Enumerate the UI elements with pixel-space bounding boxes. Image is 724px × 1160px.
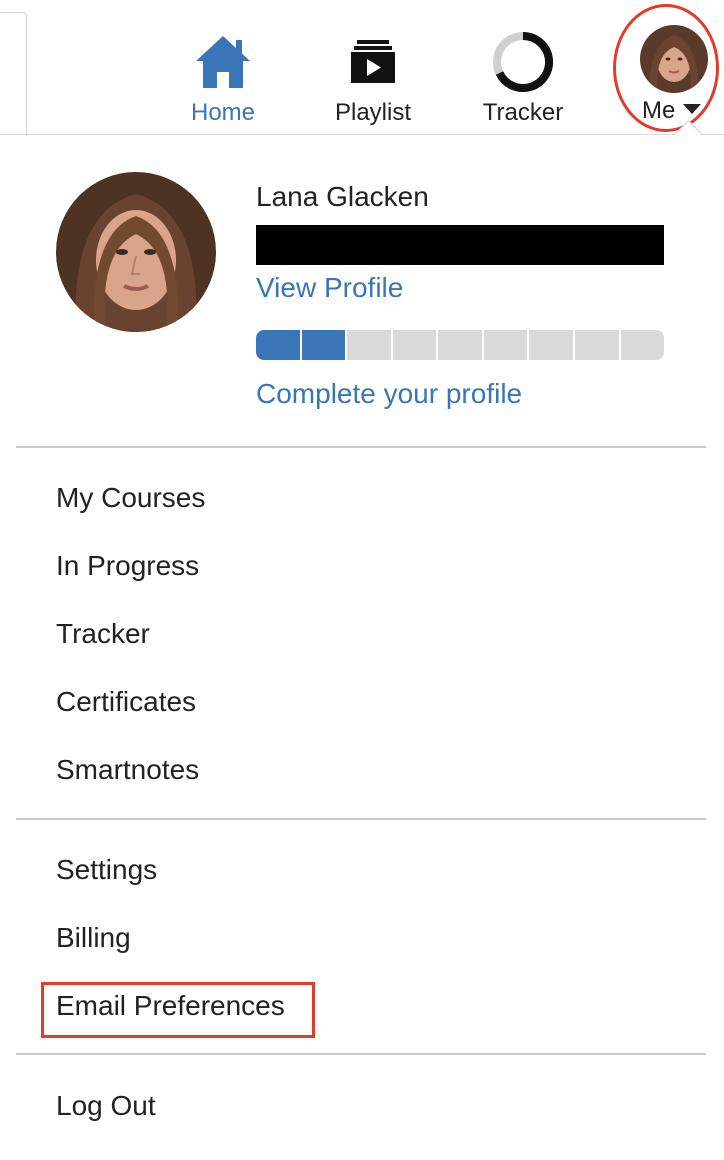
menu-item-in-progress[interactable]: In Progress	[56, 549, 199, 583]
progress-segment-filled	[256, 330, 300, 360]
menu-divider	[16, 1053, 706, 1055]
top-navigation: Home Playlist Tracker Me	[0, 0, 724, 147]
nav-me-label: Me	[642, 97, 676, 124]
progress-segment-empty	[574, 330, 619, 360]
me-label-group: Me	[642, 96, 702, 126]
tracker-ring-icon	[493, 31, 554, 92]
nav-me[interactable]: Me	[612, 0, 724, 135]
menu-item-billing[interactable]: Billing	[56, 921, 131, 955]
nav-home-label: Home	[190, 99, 256, 126]
progress-segment-empty	[529, 330, 573, 360]
profile-name: Lana Glacken	[256, 181, 429, 212]
nav-home[interactable]: Home	[168, 0, 278, 135]
redacted-email	[256, 225, 664, 265]
complete-profile-link[interactable]: Complete your profile	[256, 377, 522, 411]
nav-tracker[interactable]: Tracker	[466, 0, 580, 135]
me-avatar	[640, 25, 708, 93]
profile-avatar	[56, 172, 216, 332]
menu-item-my-courses[interactable]: My Courses	[56, 481, 205, 515]
progress-segment-empty	[620, 330, 665, 360]
progress-segment-empty	[438, 330, 482, 360]
view-profile-link[interactable]: View Profile	[256, 271, 403, 305]
home-icon	[196, 36, 250, 88]
menu-divider	[16, 818, 706, 820]
progress-segment-empty	[483, 330, 528, 360]
top-divider	[0, 134, 724, 135]
playlist-icon	[351, 40, 395, 83]
nav-playlist[interactable]: Playlist	[318, 0, 428, 135]
menu-item-certificates[interactable]: Certificates	[56, 685, 196, 719]
menu-divider	[16, 446, 706, 448]
menu-item-settings[interactable]: Settings	[56, 853, 157, 887]
menu-item-tracker[interactable]: Tracker	[56, 617, 150, 651]
menu-item-email-preferences[interactable]: Email Preferences	[56, 989, 285, 1023]
profile-completion-progress	[256, 330, 665, 360]
chevron-down-icon	[683, 104, 702, 114]
nav-tracker-label: Tracker	[482, 99, 564, 126]
progress-segment-filled	[301, 330, 346, 360]
menu-item-smartnotes[interactable]: Smartnotes	[56, 753, 199, 787]
progress-segment-empty	[347, 330, 391, 360]
nav-playlist-label: Playlist	[334, 99, 412, 126]
side-panel-tab[interactable]	[0, 12, 27, 136]
progress-segment-empty	[392, 330, 437, 360]
menu-item-log-out[interactable]: Log Out	[56, 1089, 156, 1123]
